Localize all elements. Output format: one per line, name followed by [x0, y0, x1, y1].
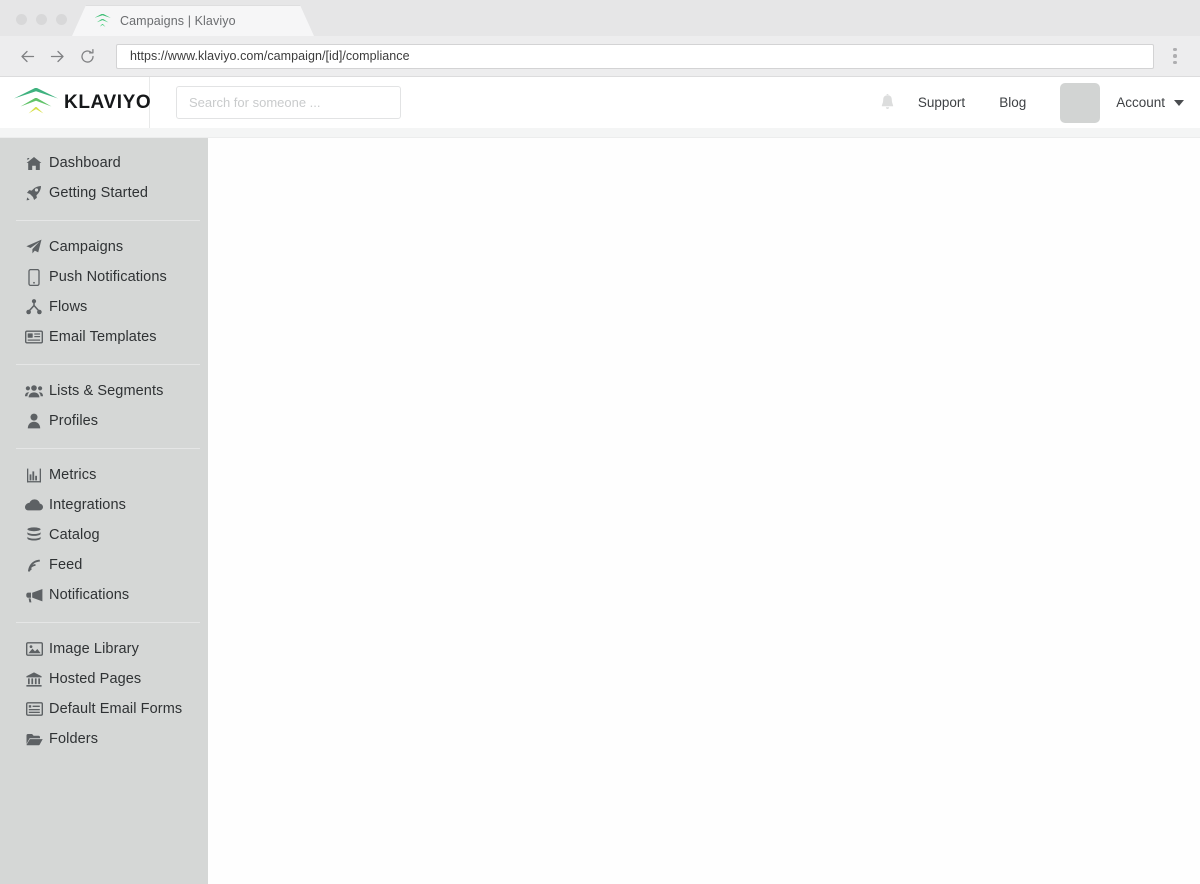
sidebar-item-label: Integrations	[49, 497, 126, 513]
chevron-down-icon	[1174, 99, 1184, 106]
sidebar-item-getting-started[interactable]: Getting Started	[0, 178, 208, 208]
picture-icon	[25, 640, 43, 658]
sidebar-item-push-notifications[interactable]: Push Notifications	[0, 262, 208, 292]
sidebar-item-hosted-pages[interactable]: Hosted Pages	[0, 664, 208, 694]
flows-sitemap-icon	[25, 298, 43, 316]
sidebar-item-dashboard[interactable]: Dashboard	[0, 148, 208, 178]
sidebar-item-label: Getting Started	[49, 185, 149, 201]
app-body: Dashboard Getting Started Campaigns Push…	[0, 138, 1200, 884]
sidebar-item-feed[interactable]: Feed	[0, 550, 208, 580]
address-bar[interactable]: https://www.klaviyo.com/campaign/[id]/co…	[116, 43, 1154, 69]
account-avatar[interactable]	[1060, 82, 1101, 123]
sidebar-item-label: Email Templates	[49, 329, 157, 345]
user-icon	[25, 412, 43, 430]
sidebar-item-integrations[interactable]: Integrations	[0, 490, 208, 520]
sidebar-item-metrics[interactable]: Metrics	[0, 460, 208, 490]
sidebar-item-default-email-forms[interactable]: Default Email Forms	[0, 694, 208, 724]
sidebar-item-label: Default Email Forms	[49, 701, 183, 717]
klaviyo-logo[interactable]: KLAVIYO	[0, 77, 152, 128]
mobile-phone-icon	[25, 268, 43, 286]
blog-link[interactable]: Blog	[999, 95, 1026, 110]
sidebar-item-notifications[interactable]: Notifications	[0, 580, 208, 610]
sidebar-item-label: Metrics	[49, 467, 97, 483]
sidebar-item-label: Catalog	[49, 527, 100, 543]
sidebar-group-main: Dashboard Getting Started	[0, 148, 208, 208]
sidebar-item-label: Dashboard	[49, 155, 121, 171]
sidebar-item-image-library[interactable]: Image Library	[0, 634, 208, 664]
main-content-area	[208, 138, 1200, 884]
users-group-icon	[25, 382, 43, 400]
sidebar-divider	[16, 622, 200, 623]
klaviyo-wifi-logo-icon	[14, 87, 58, 118]
klaviyo-favicon-icon	[94, 13, 111, 28]
sidebar-group-data: Metrics Integrations Catalog Feed Notifi…	[0, 460, 208, 610]
window-minimize-dot[interactable]	[36, 14, 47, 25]
sidebar-group-assets: Image Library Hosted Pages Default Email…	[0, 634, 208, 754]
sidebar-item-label: Lists & Segments	[49, 383, 164, 399]
sidebar-item-label: Image Library	[49, 641, 139, 657]
sidebar-item-campaigns[interactable]: Campaigns	[0, 232, 208, 262]
browser-tab-campaigns[interactable]: Campaigns | Klaviyo	[72, 5, 314, 36]
sidebar-item-label: Flows	[49, 299, 88, 315]
klaviyo-wordmark: KLAVIYO	[64, 91, 152, 113]
sidebar-navigation: Dashboard Getting Started Campaigns Push…	[0, 138, 208, 884]
support-link[interactable]: Support	[918, 95, 965, 110]
sidebar-item-label: Hosted Pages	[49, 671, 142, 687]
browser-toolbar: https://www.klaviyo.com/campaign/[id]/co…	[0, 36, 1200, 77]
browser-chrome: Campaigns | Klaviyo https://www.klaviyo.…	[0, 0, 1200, 77]
search-input[interactable]	[189, 95, 388, 110]
reload-icon[interactable]	[72, 41, 102, 71]
address-bar-url: https://www.klaviyo.com/campaign/[id]/co…	[130, 49, 410, 63]
sidebar-item-email-templates[interactable]: Email Templates	[0, 322, 208, 352]
sidebar-divider	[16, 220, 200, 221]
sidebar-group-audience: Lists & Segments Profiles	[0, 376, 208, 436]
cloud-icon	[25, 496, 43, 514]
sidebar-item-lists-segments[interactable]: Lists & Segments	[0, 376, 208, 406]
window-close-dot[interactable]	[16, 14, 27, 25]
sidebar-group-messaging: Campaigns Push Notifications Flows Email…	[0, 232, 208, 352]
browser-tab-title: Campaigns | Klaviyo	[120, 13, 236, 28]
account-menu[interactable]: Account	[1116, 95, 1184, 110]
rss-feed-icon	[25, 556, 43, 574]
sidebar-divider	[16, 448, 200, 449]
sidebar-item-label: Notifications	[49, 587, 130, 603]
header-bottom-strip	[0, 128, 1200, 138]
bar-chart-icon	[25, 466, 43, 484]
sidebar-item-label: Folders	[49, 731, 99, 747]
paper-plane-icon	[25, 238, 43, 256]
window-maximize-dot[interactable]	[56, 14, 67, 25]
sidebar-item-catalog[interactable]: Catalog	[0, 520, 208, 550]
sidebar-item-label: Profiles	[49, 413, 99, 429]
window-controls[interactable]	[16, 14, 67, 25]
database-stack-icon	[25, 526, 43, 544]
global-search-box[interactable]	[176, 86, 401, 119]
sidebar-item-label: Feed	[49, 557, 83, 573]
megaphone-icon	[25, 586, 43, 604]
newspaper-icon	[25, 328, 43, 346]
sidebar-item-flows[interactable]: Flows	[0, 292, 208, 322]
back-arrow-icon[interactable]	[12, 41, 42, 71]
app-header: KLAVIYO Support Blog Account	[0, 77, 1200, 128]
browser-tab-strip: Campaigns | Klaviyo	[0, 0, 1200, 36]
sidebar-item-profiles[interactable]: Profiles	[0, 406, 208, 436]
notification-bell-icon[interactable]	[879, 93, 896, 112]
bank-columns-icon	[25, 670, 43, 688]
rocket-icon	[25, 184, 43, 202]
header-right-cluster: Support Blog Account	[879, 77, 1184, 128]
sidebar-item-label: Push Notifications	[49, 269, 167, 285]
list-window-icon	[25, 700, 43, 718]
sidebar-divider	[16, 364, 200, 365]
sidebar-item-folders[interactable]: Folders	[0, 724, 208, 754]
sidebar-item-label: Campaigns	[49, 239, 124, 255]
account-menu-label: Account	[1116, 95, 1165, 110]
folder-open-icon	[25, 730, 43, 748]
home-icon	[25, 154, 43, 172]
forward-arrow-icon[interactable]	[42, 41, 72, 71]
three-dot-menu-icon[interactable]	[1162, 41, 1188, 71]
